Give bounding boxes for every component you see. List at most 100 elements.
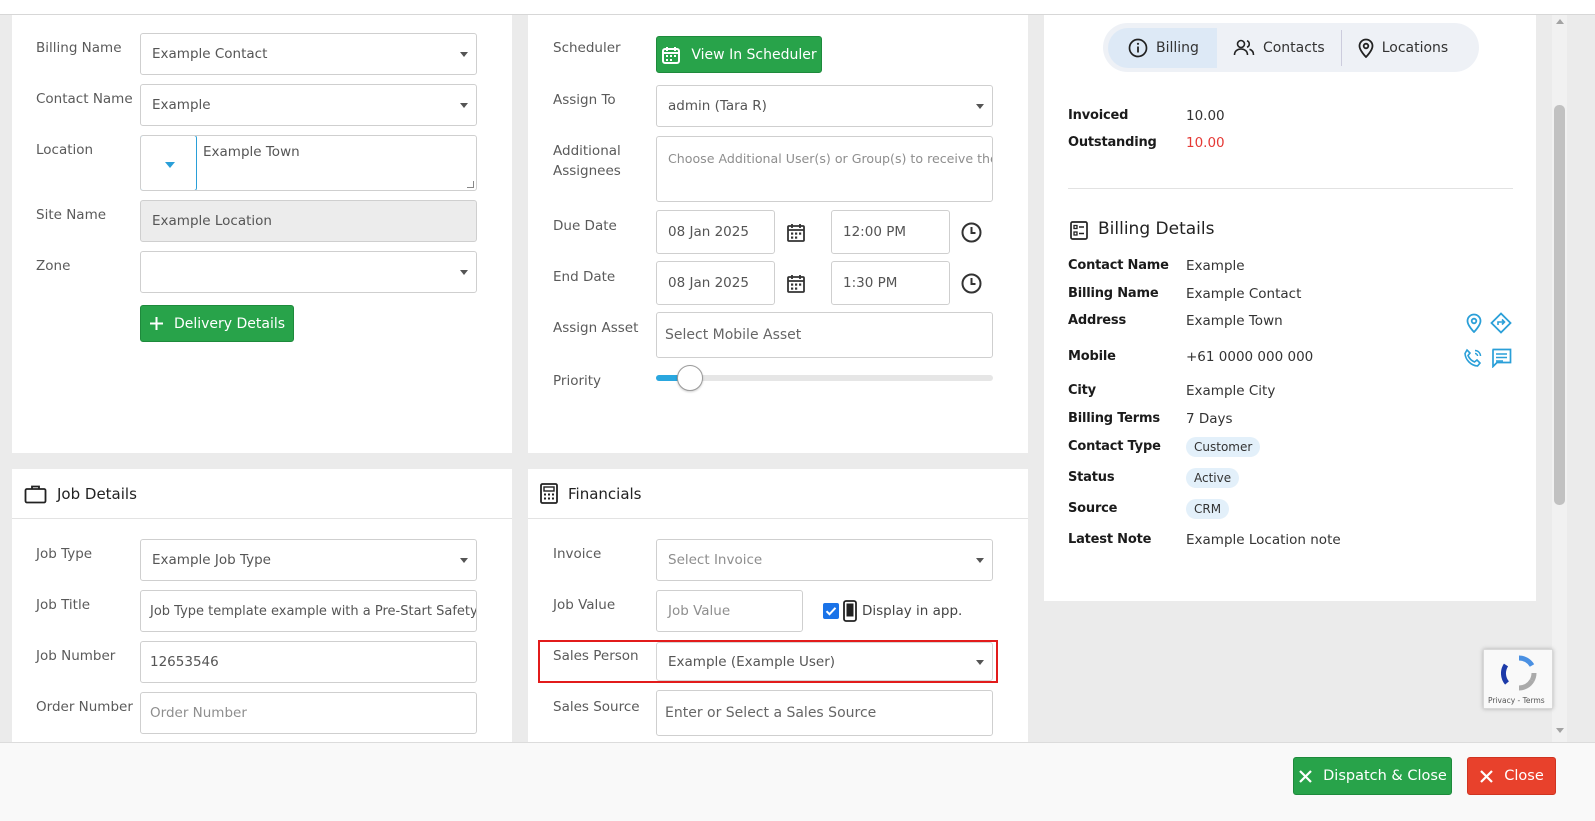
scrollbar-thumb[interactable]	[1554, 105, 1565, 505]
calendar-icon[interactable]	[787, 274, 805, 293]
site-name-field: Example Location	[140, 200, 477, 242]
plus-icon	[149, 317, 163, 330]
chevron-down-icon	[460, 103, 468, 108]
calendar-icon[interactable]	[787, 223, 805, 242]
sales-person-select[interactable]: Example (Example User)	[656, 642, 993, 681]
assign-asset-input[interactable]: Select Mobile Asset	[656, 312, 993, 358]
job-value-input[interactable]: Job Value	[656, 590, 803, 632]
job-number-value: 12653546	[150, 654, 219, 670]
view-in-scheduler-button[interactable]: View In Scheduler	[656, 36, 822, 73]
billing-panel	[1044, 15, 1536, 601]
tab-contacts[interactable]: Contacts	[1217, 28, 1341, 68]
billing-name-value: Example Contact	[152, 46, 268, 62]
sales-source-placeholder: Enter or Select a Sales Source	[665, 705, 877, 721]
zone-label: Zone	[36, 258, 71, 274]
location-field: Example Town	[140, 135, 477, 191]
rp-city-value: Example City	[1186, 383, 1276, 399]
display-in-app-checkbox[interactable]	[823, 603, 839, 619]
end-time-input[interactable]: 1:30 PM	[831, 261, 950, 305]
dispatch-close-label: Dispatch & Close	[1323, 768, 1447, 784]
rp-billing-terms-label: Billing Terms	[1068, 411, 1160, 426]
additional-assignees-input[interactable]: Choose Additional User(s) or Group(s) to…	[656, 136, 993, 202]
contact-name-label: Contact Name	[36, 91, 133, 107]
location-dropdown-button[interactable]	[141, 136, 197, 190]
additional-assignees-label-line2: Assignees	[553, 163, 621, 179]
order-number-label: Order Number	[36, 699, 133, 715]
contact-type-badge: Customer	[1186, 437, 1261, 457]
dispatch-close-button[interactable]: Dispatch & Close	[1293, 757, 1452, 795]
calculator-icon	[540, 483, 558, 504]
job-title-label: Job Title	[36, 597, 91, 613]
due-time-input[interactable]: 12:00 PM	[831, 210, 950, 254]
briefcase-icon	[24, 485, 47, 503]
priority-slider-thumb[interactable]	[676, 365, 703, 391]
assign-asset-label: Assign Asset	[553, 320, 639, 336]
display-in-app-label: Display in app.	[862, 603, 963, 619]
recaptcha-text[interactable]: Privacy - Terms	[1488, 696, 1545, 705]
close-button[interactable]: Close	[1467, 757, 1556, 795]
end-date-value: 08 Jan 2025	[668, 275, 749, 291]
rp-contact-type-label: Contact Type	[1068, 439, 1161, 454]
end-date-input[interactable]: 08 Jan 2025	[656, 261, 775, 305]
phone-call-icon[interactable]	[1463, 348, 1483, 368]
rp-address-label: Address	[1068, 313, 1126, 328]
location-value[interactable]: Example Town	[203, 144, 300, 160]
additional-assignees-placeholder: Choose Additional User(s) or Group(s) to…	[668, 151, 993, 166]
job-type-select[interactable]: Example Job Type	[140, 539, 477, 581]
invoice-select[interactable]: Select Invoice	[656, 539, 993, 581]
rp-contact-name-label: Contact Name	[1068, 258, 1169, 273]
job-title-input[interactable]: Job Type template example with a Pre-Sta…	[140, 590, 477, 632]
tab-locations-label: Locations	[1381, 39, 1449, 56]
delivery-details-label: Delivery Details	[173, 315, 286, 332]
tab-billing[interactable]: Billing	[1108, 27, 1217, 68]
recaptcha-badge[interactable]: Privacy - Terms	[1483, 649, 1553, 709]
message-icon[interactable]	[1491, 348, 1512, 368]
sales-source-input[interactable]: Enter or Select a Sales Source	[656, 690, 993, 736]
job-title-value: Job Type template example with a Pre-Sta…	[150, 603, 477, 619]
close-x-icon	[1299, 769, 1312, 783]
job-number-input[interactable]: 12653546	[140, 641, 477, 683]
billing-name-select[interactable]: Example Contact	[140, 33, 477, 75]
clock-icon[interactable]	[961, 222, 982, 243]
details-list-icon	[1070, 221, 1088, 240]
assign-asset-placeholder: Select Mobile Asset	[665, 327, 802, 343]
scheduler-label: Scheduler	[553, 40, 621, 56]
clock-icon[interactable]	[961, 273, 982, 294]
rp-status-label: Status	[1068, 470, 1115, 485]
order-number-input[interactable]: Order Number	[140, 692, 477, 734]
due-date-value: 08 Jan 2025	[668, 224, 749, 240]
map-marker-icon[interactable]	[1466, 313, 1482, 333]
calendar-icon	[662, 46, 681, 64]
scrollbar[interactable]	[1552, 15, 1567, 742]
rp-latest-note-label: Latest Note	[1068, 532, 1152, 547]
rp-latest-note-value: Example Location note	[1186, 532, 1341, 548]
additional-assignees-label: Additional Assignees	[553, 141, 621, 181]
rp-billing-name-label: Billing Name	[1068, 286, 1159, 301]
scroll-up-arrow-icon[interactable]	[1556, 19, 1564, 24]
due-date-input[interactable]: 08 Jan 2025	[656, 210, 775, 254]
close-x-icon	[1480, 769, 1494, 783]
job-details-header: Job Details	[12, 469, 512, 519]
scroll-down-arrow-icon[interactable]	[1556, 728, 1564, 733]
billing-name-label: Billing Name	[36, 40, 122, 56]
chevron-down-icon	[460, 52, 468, 57]
due-time-value: 12:00 PM	[843, 224, 906, 240]
assign-to-select[interactable]: admin (Tara R)	[656, 85, 993, 127]
resize-handle-icon[interactable]	[467, 181, 474, 188]
tab-contacts-label: Contacts	[1262, 39, 1325, 56]
outstanding-label: Outstanding	[1068, 135, 1157, 150]
priority-slider[interactable]	[656, 365, 993, 391]
rp-mobile-label: Mobile	[1068, 349, 1116, 364]
delivery-details-button[interactable]: Delivery Details	[140, 305, 294, 342]
contact-name-select[interactable]: Example	[140, 84, 477, 126]
customer-panel: Billing Name Example Contact Contact Nam…	[12, 15, 512, 453]
assign-to-value: admin (Tara R)	[668, 98, 767, 114]
directions-icon[interactable]	[1490, 312, 1512, 334]
invoice-placeholder: Select Invoice	[668, 552, 763, 568]
chevron-down-icon	[460, 558, 468, 563]
rp-source-label: Source	[1068, 501, 1118, 516]
site-name-value: Example Location	[152, 213, 272, 229]
zone-select[interactable]	[140, 251, 477, 293]
sales-person-value: Example (Example User)	[668, 653, 836, 670]
tab-locations[interactable]: Locations	[1342, 28, 1463, 68]
